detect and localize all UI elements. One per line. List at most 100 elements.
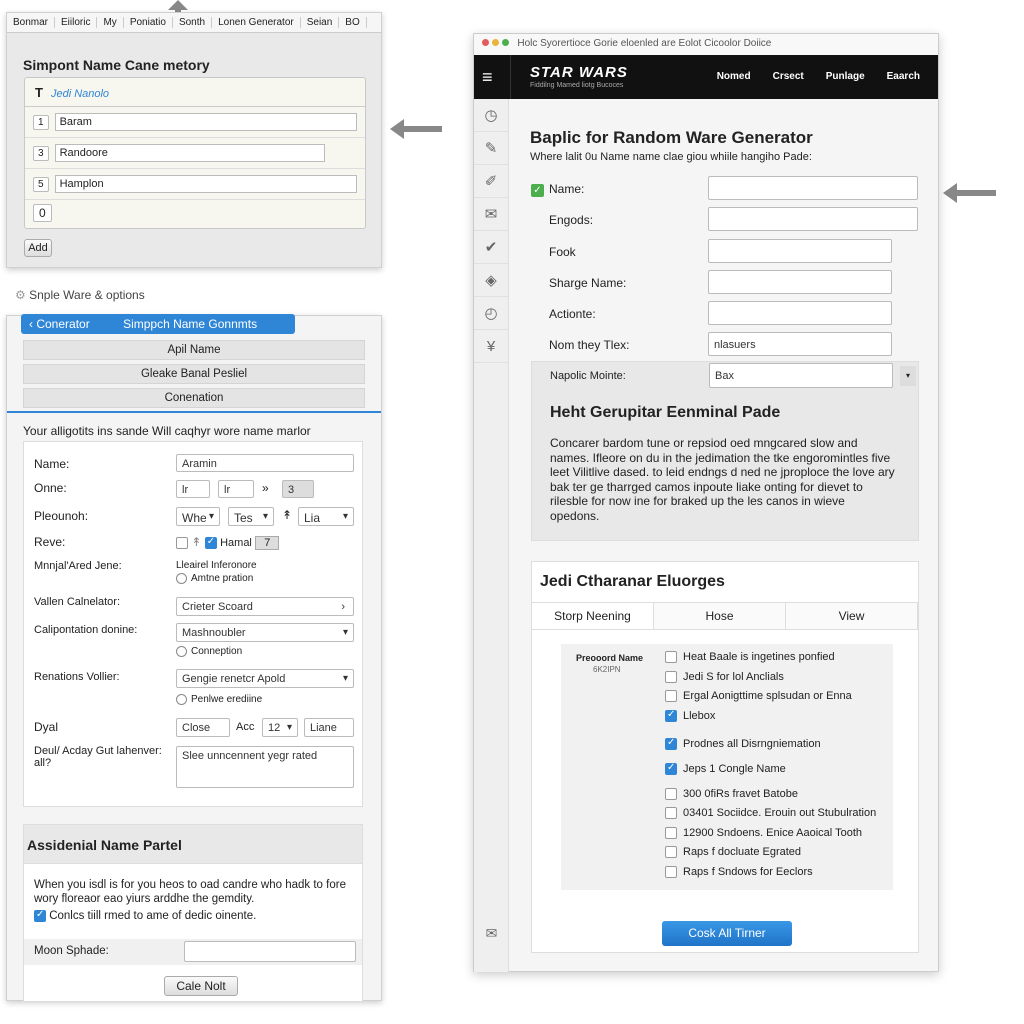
- back-button[interactable]: ‹ Conerator: [29, 317, 90, 331]
- checkbox[interactable]: [665, 788, 677, 801]
- tab-2[interactable]: My: [97, 17, 124, 28]
- field-label: Engods:: [549, 213, 593, 227]
- list-item[interactable]: 300 0fiRs fravet Batobe: [665, 788, 798, 801]
- list-item[interactable]: Llebox: [665, 709, 715, 723]
- field-input[interactable]: [708, 301, 892, 325]
- tab-7[interactable]: BO: [339, 17, 367, 28]
- cosk-all-button[interactable]: Cosk All Tirner: [662, 921, 792, 946]
- checkbox[interactable]: [665, 690, 677, 703]
- tab-5[interactable]: Lonen Generator: [212, 17, 301, 28]
- list-item[interactable]: Heat Baale is ingetines ponfied: [665, 651, 835, 664]
- list-item[interactable]: Raps f docluate Egrated: [665, 846, 801, 859]
- tab[interactable]: View: [786, 603, 918, 629]
- moon-row: Moon Sphade:: [24, 939, 362, 965]
- chevron-right-icon[interactable]: »: [262, 481, 269, 495]
- dyal-select[interactable]: 12: [262, 718, 298, 737]
- checkbox[interactable]: [665, 651, 677, 664]
- dropdown-button[interactable]: ▾: [900, 366, 916, 386]
- reve-checkbox[interactable]: [176, 536, 188, 549]
- name-input[interactable]: Aramin: [176, 454, 354, 472]
- pseuonh-select-1[interactable]: Whe: [176, 507, 220, 526]
- list-item-label: Raps f Sndows for Eeclors: [683, 866, 813, 878]
- napolic-input[interactable]: Bax: [709, 363, 893, 388]
- onne-field-3[interactable]: 3: [282, 480, 314, 498]
- field-input[interactable]: [708, 176, 918, 200]
- mnnjal-radio[interactable]: Amtne pration: [176, 573, 253, 584]
- row-number: 0: [33, 204, 52, 222]
- timer-icon[interactable]: ◴: [474, 297, 508, 330]
- deul-textarea[interactable]: Slee unncennent yegr rated: [176, 746, 354, 788]
- renations-radio[interactable]: Penlwe erediine: [176, 694, 262, 705]
- list-item[interactable]: Ergal Aonigttime splsudan or Enna: [665, 690, 852, 703]
- checkbox[interactable]: [665, 671, 677, 684]
- checkbox[interactable]: [665, 737, 677, 751]
- row-name-input[interactable]: Hamplon: [54, 175, 357, 193]
- tab-4[interactable]: Sonth: [173, 17, 213, 28]
- tab[interactable]: Storp Neening: [532, 603, 654, 629]
- field-input[interactable]: [708, 207, 918, 231]
- list-item[interactable]: 03401 Sociidce. Erouin out Stubulration: [665, 807, 876, 820]
- list-item[interactable]: 12900 Sndoens. Enice Aaoical Tooth: [665, 827, 862, 840]
- sidebar: ◷ ✎ ✐ ✉ ✔ ◈ ◴ ¥ ✉: [474, 99, 509, 972]
- minimize-button[interactable]: [491, 39, 499, 46]
- tab-0[interactable]: Bonmar: [7, 17, 56, 28]
- field-input[interactable]: nlasuers: [708, 332, 892, 356]
- onne-field-1[interactable]: lr: [176, 480, 210, 498]
- mail-icon[interactable]: ✉: [474, 925, 509, 942]
- tab-6[interactable]: Seian: [301, 17, 340, 28]
- tool-icon[interactable]: ✐: [474, 165, 508, 198]
- row-number: 3: [33, 145, 49, 161]
- vallen-field[interactable]: Crieter Scoard ›: [176, 597, 354, 616]
- row-name-input[interactable]: Baram: [54, 113, 357, 131]
- description: Your alligotits ins sande Will caqhyr wo…: [23, 424, 311, 438]
- hamal-checkbox[interactable]: [204, 536, 217, 549]
- renations-select[interactable]: Gengie renetcr Apold: [176, 669, 354, 688]
- moon-input[interactable]: [184, 941, 356, 962]
- checkbox[interactable]: [665, 866, 677, 879]
- list-item[interactable]: Jeps 1 Congle Name: [665, 762, 786, 776]
- list-item[interactable]: Raps f Sndows for Eeclors: [665, 866, 813, 879]
- tab[interactable]: Hose: [654, 603, 786, 629]
- field-input[interactable]: [708, 239, 892, 263]
- brand-logo[interactable]: STAR WARS: [530, 64, 628, 81]
- checkbox[interactable]: [665, 807, 677, 820]
- nav-item[interactable]: Eaarch: [887, 71, 920, 82]
- list-item[interactable]: Prodnes all Disrngniemation: [665, 737, 821, 751]
- mail-icon[interactable]: ✉: [474, 198, 508, 231]
- dyal-stepper-2[interactable]: Liane: [304, 718, 354, 737]
- pen-icon[interactable]: ✎: [474, 132, 508, 165]
- field-input[interactable]: [708, 270, 892, 294]
- dyal-stepper-1[interactable]: Close: [176, 718, 230, 737]
- option-button[interactable]: Apil Name: [23, 340, 365, 360]
- pseuonh-select-2[interactable]: Tes: [228, 507, 274, 526]
- nav-item[interactable]: Punlage: [826, 71, 865, 82]
- calip-radio[interactable]: Conneption: [176, 646, 242, 657]
- cale-nolt-button[interactable]: Cale Nolt: [164, 976, 238, 996]
- tab-1[interactable]: Eiiloric: [55, 17, 98, 28]
- nav-item[interactable]: Nomed: [717, 71, 751, 82]
- checkbox[interactable]: [665, 762, 677, 776]
- hamburger-menu-icon[interactable]: ≡: [482, 67, 493, 88]
- checkbox[interactable]: [665, 827, 677, 840]
- option-button[interactable]: Gleake Banal Pesliel: [23, 364, 365, 384]
- arrow-left-head: [943, 183, 957, 203]
- row-name-input[interactable]: Randoore: [54, 144, 325, 162]
- assid-check-row[interactable]: Conlcs tiill rmed to ame of dedic oinent…: [24, 909, 362, 922]
- option-button[interactable]: Conenation: [23, 388, 365, 408]
- list-item[interactable]: Jedi S for lol Anclials: [665, 671, 784, 684]
- clock-icon[interactable]: ◷: [474, 99, 508, 132]
- pseuonh-select-3[interactable]: Lia: [298, 507, 354, 526]
- checkbox[interactable]: [665, 709, 677, 723]
- tag-icon[interactable]: ◈: [474, 264, 508, 297]
- check-icon[interactable]: ✔: [474, 231, 508, 264]
- calip-select[interactable]: Mashnoubler: [176, 623, 354, 642]
- reve-stepper[interactable]: 7: [255, 536, 280, 550]
- figure-icon[interactable]: ¥: [474, 330, 508, 363]
- close-button[interactable]: [482, 39, 489, 46]
- checkbox[interactable]: [665, 846, 677, 859]
- tab-3[interactable]: Poniatio: [124, 17, 173, 28]
- nav-item[interactable]: Crsect: [773, 71, 804, 82]
- add-button[interactable]: Add: [24, 239, 52, 257]
- maximize-button[interactable]: [501, 39, 509, 46]
- onne-field-2[interactable]: lr: [218, 480, 254, 498]
